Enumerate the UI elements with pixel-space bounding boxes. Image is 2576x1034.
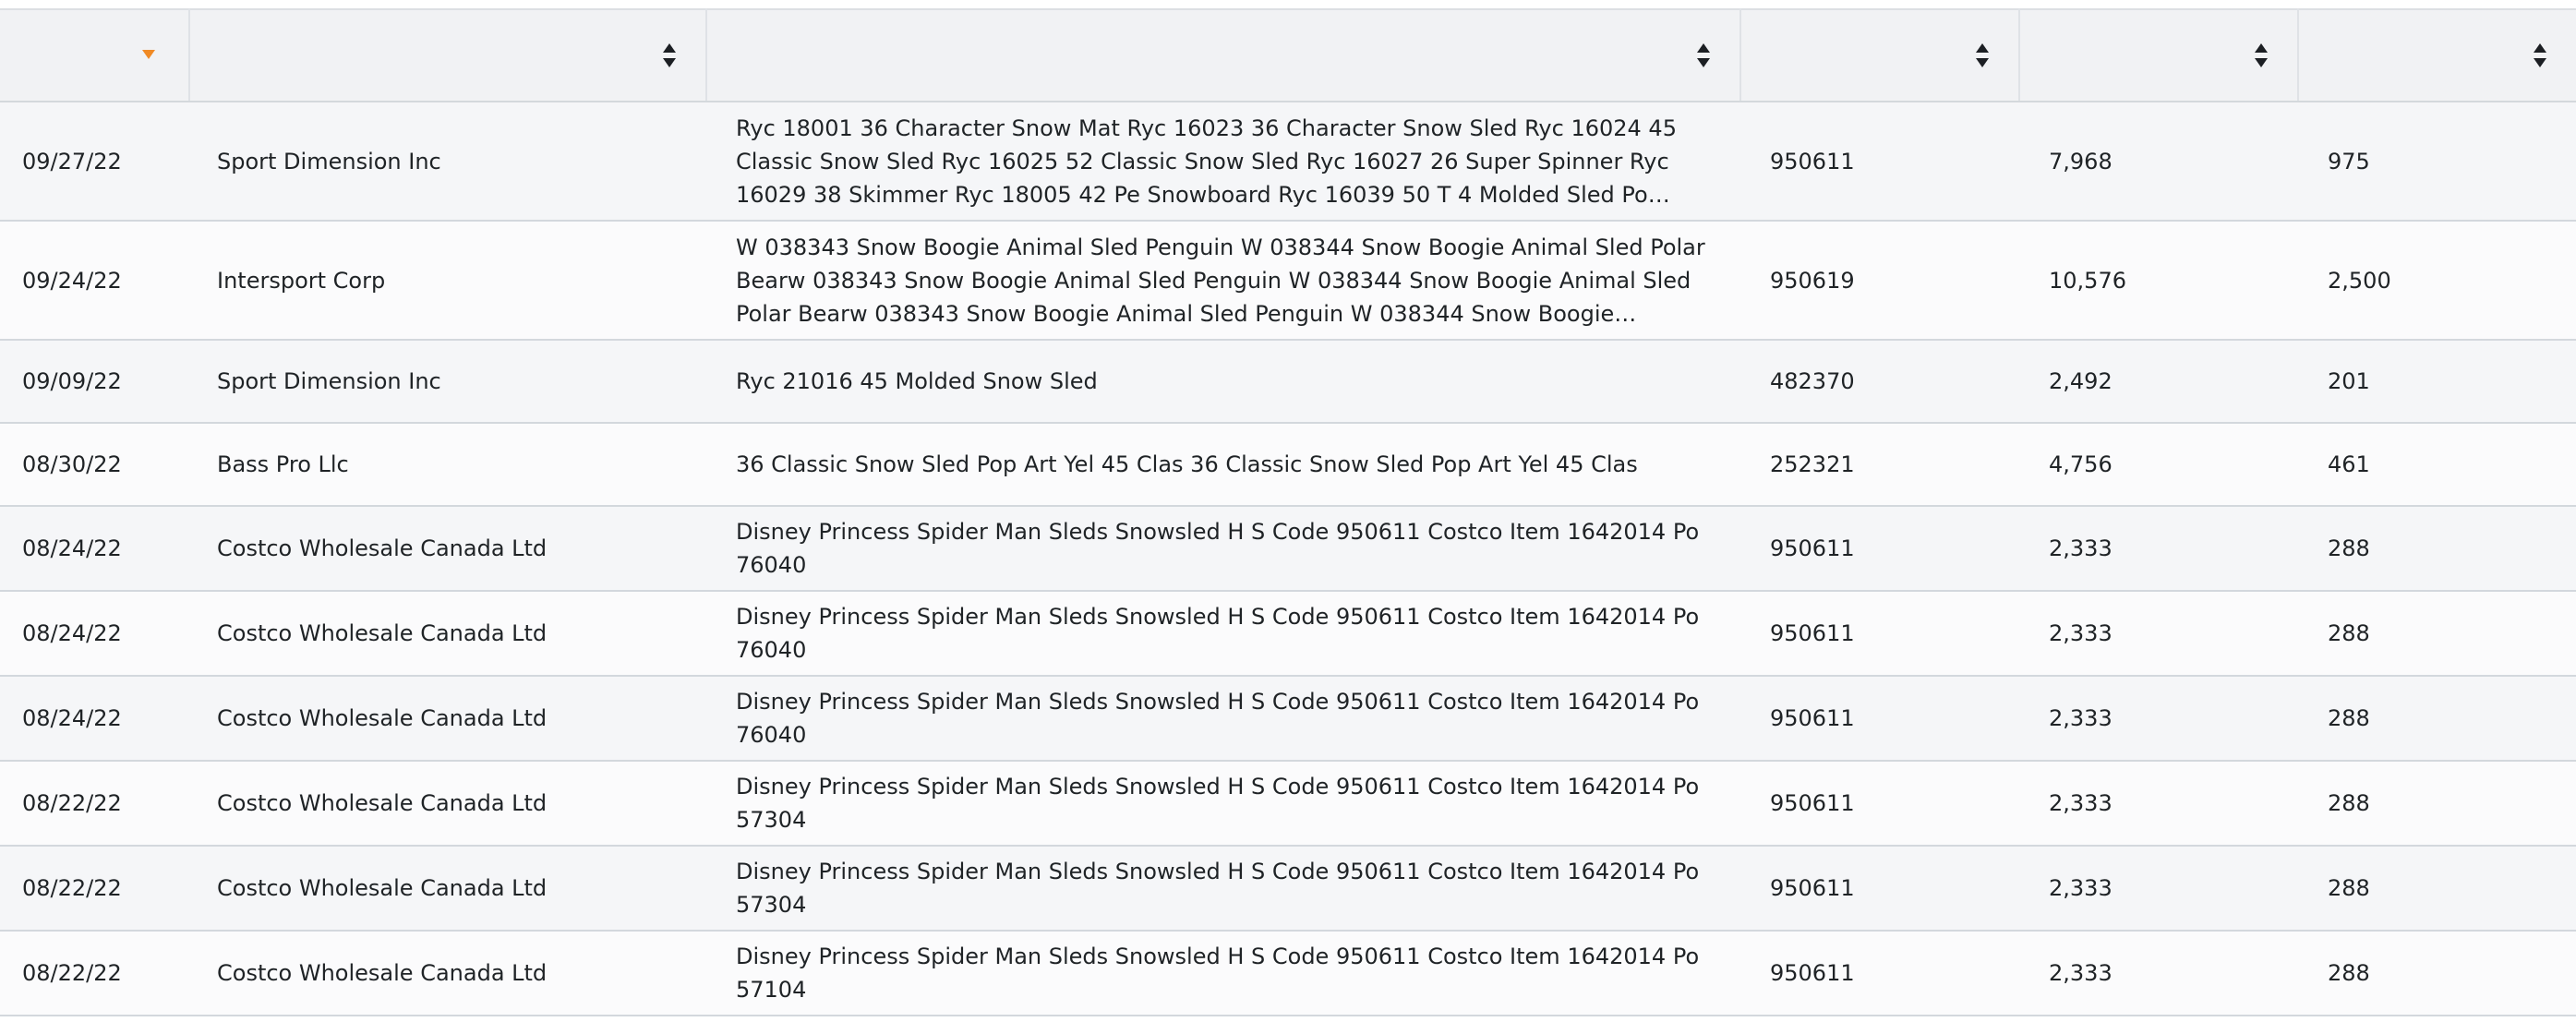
cell-quantity: 201 [2328,368,2370,394]
cell-date: 08/24/22 [22,535,122,561]
description-text: Disney Princess Spider Man Sleds Snowsle… [736,859,1700,918]
cell-weight: 2,333 [2049,875,2113,901]
cell-date: 09/27/22 [22,148,122,174]
cell-shipper: Costco Wholesale Canada Ltd [217,705,548,731]
cell-shipper: Intersport Corp [217,267,386,294]
sort-icon[interactable] [2534,42,2546,68]
cell-shipper: Bass Pro Llc [217,451,349,477]
cell-date: 08/24/22 [22,620,122,646]
header-weight[interactable] [2019,8,2299,102]
cell-weight: 2,492 [2049,368,2113,394]
cell-description: W 038343 Snow Boogie Animal Sled Penguin… [706,221,1740,340]
sort-icon[interactable] [663,42,676,68]
table-row[interactable]: 08/22/22 Costco Wholesale Canada Ltd Dis… [0,761,2576,846]
cell-hs-code: 482370 [1770,368,1855,394]
cell-weight: 2,333 [2049,960,2113,986]
table-row[interactable]: 08/22/22 Costco Wholesale Canada Ltd Dis… [0,846,2576,931]
cell-description: 36 Classic Snow Sled Pop Art Yel 45 Clas… [706,423,1740,506]
description-text: Disney Princess Spider Man Sleds Snowsle… [736,604,1700,663]
cell-shipper: Costco Wholesale Canada Ltd [217,790,548,816]
table-row[interactable]: 09/24/22 Intersport Corp W 038343 Snow B… [0,221,2576,340]
cell-description: Ryc 18001 36 Character Snow Mat Ryc 1602… [706,102,1740,221]
sort-icon[interactable] [2255,42,2268,68]
cell-quantity: 975 [2328,148,2370,174]
table-row[interactable]: 08/24/22 Costco Wholesale Canada Ltd Dis… [0,506,2576,591]
cell-weight: 2,333 [2049,535,2113,561]
cell-date: 08/30/22 [22,451,122,477]
cell-quantity: 288 [2328,705,2370,731]
description-text: Ryc 18001 36 Character Snow Mat Ryc 1602… [736,114,1677,208]
cell-description: Disney Princess Spider Man Sleds Snowsle… [706,761,1740,846]
cell-quantity: 288 [2328,535,2370,561]
cell-date: 08/22/22 [22,790,122,816]
table-row[interactable]: 08/24/22 Costco Wholesale Canada Ltd Dis… [0,676,2576,761]
description-text: Disney Princess Spider Man Sleds Snowsle… [736,944,1700,1003]
cell-weight: 2,333 [2049,790,2113,816]
cell-hs-code: 950611 [1770,960,1855,986]
header-description[interactable] [706,8,1741,102]
cell-description: Disney Princess Spider Man Sleds Snowsle… [706,506,1740,591]
cell-date: 09/24/22 [22,267,122,294]
cell-hs-code: 950619 [1770,267,1855,294]
cell-hs-code: 950611 [1770,620,1855,646]
header-shipper[interactable] [189,8,707,102]
cell-weight: 4,756 [2049,451,2113,477]
table-row[interactable]: 08/22/22 Costco Wholesale Canada Ltd Dis… [0,931,2576,1016]
header-quantity[interactable] [2298,8,2576,102]
cell-hs-code: 950611 [1770,875,1855,901]
cell-date: 08/22/22 [22,875,122,901]
cell-quantity: 288 [2328,960,2370,986]
cell-shipper: Sport Dimension Inc [217,148,441,174]
cell-shipper: Costco Wholesale Canada Ltd [217,875,548,901]
cell-description: Disney Princess Spider Man Sleds Snowsle… [706,931,1740,1016]
sort-icon[interactable] [1697,42,1710,68]
table-row[interactable]: 08/24/22 Costco Wholesale Canada Ltd Dis… [0,591,2576,676]
description-text: 36 Classic Snow Sled Pop Art Yel 45 Clas… [736,451,1638,477]
table-row[interactable]: 08/30/22 Bass Pro Llc 36 Classic Snow Sl… [0,423,2576,506]
cell-date: 08/24/22 [22,705,122,731]
cell-date: 08/22/22 [22,960,122,986]
cell-hs-code: 950611 [1770,790,1855,816]
cell-hs-code: 252321 [1770,451,1855,477]
cell-shipper: Costco Wholesale Canada Ltd [217,960,548,986]
cell-date: 09/09/22 [22,368,122,394]
sort-icon[interactable] [1976,42,1989,68]
cell-description: Disney Princess Spider Man Sleds Snowsle… [706,676,1740,761]
table-row[interactable]: 09/27/22 Sport Dimension Inc Ryc 18001 3… [0,102,2576,221]
header-date[interactable] [0,8,190,102]
sort-descending-icon[interactable] [142,50,155,59]
cell-weight: 2,333 [2049,705,2113,731]
description-text: Disney Princess Spider Man Sleds Snowsle… [736,689,1700,748]
cell-shipper: Costco Wholesale Canada Ltd [217,535,548,561]
cell-shipper: Sport Dimension Inc [217,368,441,394]
cell-hs-code: 950611 [1770,705,1855,731]
cell-quantity: 2,500 [2328,267,2391,294]
cell-weight: 10,576 [2049,267,2126,294]
cell-quantity: 288 [2328,875,2370,901]
cell-weight: 2,333 [2049,620,2113,646]
table-header-row [0,8,2576,102]
cell-hs-code: 950611 [1770,535,1855,561]
cell-description: Ryc 21016 45 Molded Snow Sled [706,340,1740,423]
cell-quantity: 288 [2328,790,2370,816]
description-text: Disney Princess Spider Man Sleds Snowsle… [736,774,1700,833]
description-text: Ryc 21016 45 Molded Snow Sled [736,368,1098,394]
description-text: Disney Princess Spider Man Sleds Snowsle… [736,519,1700,578]
cell-description: Disney Princess Spider Man Sleds Snowsle… [706,591,1740,676]
cell-hs-code: 950611 [1770,148,1855,174]
header-hs-code[interactable] [1740,8,2020,102]
cell-description: Disney Princess Spider Man Sleds Snowsle… [706,846,1740,931]
shipments-table: 09/27/22 Sport Dimension Inc Ryc 18001 3… [0,8,2576,1016]
cell-quantity: 288 [2328,620,2370,646]
shipments-table-container: 09/27/22 Sport Dimension Inc Ryc 18001 3… [0,0,2576,1034]
table-row[interactable]: 09/09/22 Sport Dimension Inc Ryc 21016 4… [0,340,2576,423]
description-text: W 038343 Snow Boogie Animal Sled Penguin… [736,234,1705,327]
cell-weight: 7,968 [2049,148,2113,174]
cell-quantity: 461 [2328,451,2370,477]
cell-shipper: Costco Wholesale Canada Ltd [217,620,548,646]
